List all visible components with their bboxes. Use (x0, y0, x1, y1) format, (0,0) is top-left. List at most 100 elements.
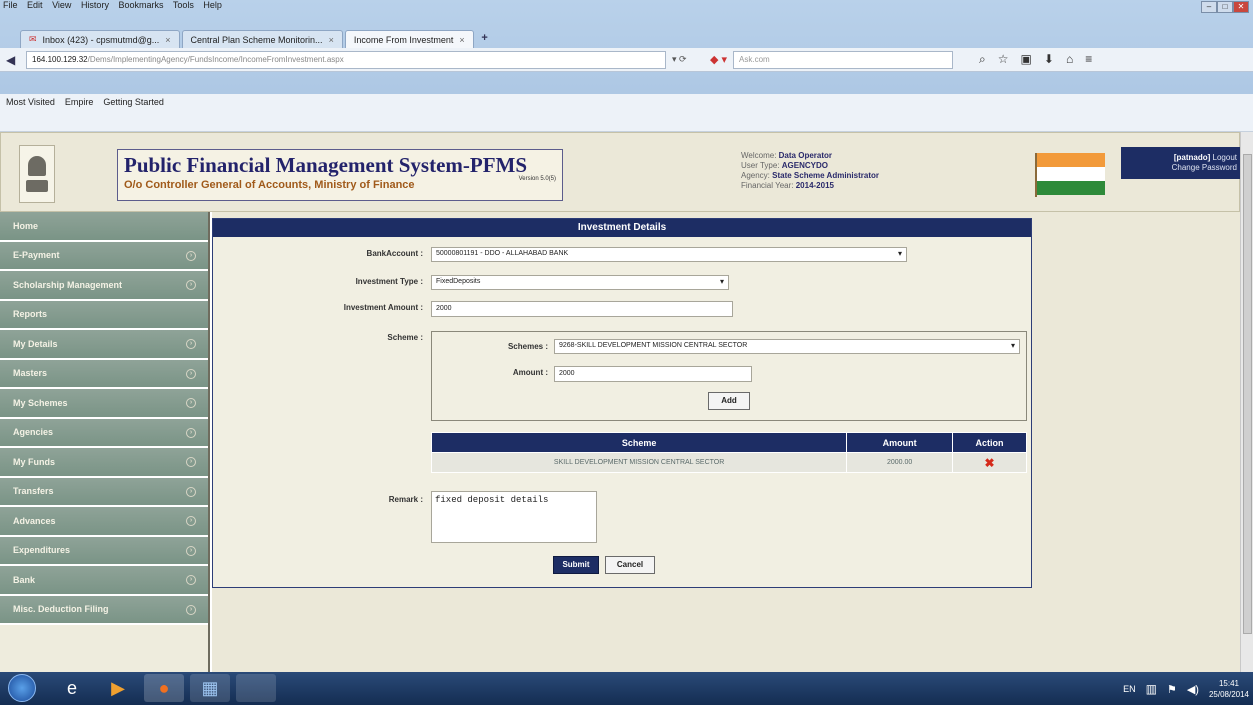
internet-explorer-icon[interactable]: e (52, 674, 92, 702)
word-icon[interactable]: ▦ (190, 674, 230, 702)
bookmark-getting-started[interactable]: Getting Started (103, 97, 164, 107)
taskbar-window-icon[interactable] (236, 674, 276, 702)
investment-type-select[interactable]: FixedDeposits ▾ (431, 275, 729, 290)
investment-amount-input[interactable]: 2000 (431, 301, 733, 317)
minimize-button[interactable]: – (1201, 1, 1217, 13)
change-password-link[interactable]: Change Password (1125, 163, 1237, 173)
bookmark-star-icon[interactable]: ☆ (998, 52, 1009, 67)
sidebar-item-label: My Funds (13, 456, 55, 467)
close-tab-icon[interactable]: × (329, 35, 334, 45)
volume-icon[interactable]: ◀) (1187, 683, 1199, 696)
reload-icon[interactable]: ▾ ⟳ (672, 54, 704, 65)
browser-tab-inbox[interactable]: ✉ Inbox (423) - cpsmutmd@g... × (20, 30, 180, 48)
maximize-button[interactable]: □ (1217, 1, 1233, 13)
clock-time: 15:41 (1218, 679, 1239, 688)
sidebar-item-my-details[interactable]: My Details › (0, 330, 208, 360)
media-player-icon[interactable]: ▶ (98, 674, 138, 702)
sidebar-item-label: Bank (13, 574, 36, 585)
scheme-entry-box: Schemes : 9268-SKILL DEVELOPMENT MISSION… (431, 331, 1027, 421)
chevron-right-icon: › (186, 545, 196, 556)
page-scrollbar[interactable] (1240, 132, 1253, 672)
menu-edit[interactable]: Edit (27, 0, 43, 10)
search-input[interactable]: Ask.com (733, 50, 954, 69)
logout-link[interactable]: Logout (1213, 153, 1237, 162)
scheme-amount-input[interactable]: 2000 (554, 366, 752, 382)
sidebar-item-my-schemes[interactable]: My Schemes › (0, 389, 208, 419)
menu-history[interactable]: History (81, 0, 109, 10)
search-placeholder: Ask.com (739, 54, 770, 64)
bank-account-select[interactable]: 50000801191 - DDO - ALLAHABAD BANK ▾ (431, 247, 907, 262)
browser-tab-cpsms[interactable]: Central Plan Scheme Monitorin... × (181, 30, 343, 48)
chevron-right-icon: › (186, 575, 196, 585)
sidebar-item-label: Transfers (13, 486, 54, 497)
agency-value: State Scheme Administrator (772, 171, 879, 180)
tab-label: Income From Investment (353, 34, 454, 45)
user-info: Welcome: Data Operator User Type: AGENCY… (741, 151, 879, 191)
sidebar-item-agencies[interactable]: Agencies › (0, 418, 208, 448)
home-icon[interactable]: ⌂ (1066, 52, 1073, 67)
start-button[interactable] (8, 674, 36, 702)
menu-bookmarks[interactable]: Bookmarks (118, 0, 163, 10)
system-title: Public Financial Management System-PFMS (124, 153, 528, 177)
page-header: Public Financial Management System-PFMS … (0, 132, 1241, 212)
bookmark-empire[interactable]: Empire (65, 97, 94, 107)
fy-value: 2014-2015 (795, 181, 834, 190)
flag-icon[interactable]: ⚑ (1167, 683, 1177, 696)
scrollbar-thumb[interactable] (1243, 154, 1252, 634)
sidebar-item-expenditures[interactable]: Expenditures › (0, 536, 208, 566)
submit-button[interactable]: Submit (553, 556, 599, 574)
clock-date: 25/08/2014 (1208, 690, 1249, 699)
firefox-icon[interactable]: ● (144, 674, 184, 702)
chevron-right-icon: › (186, 250, 196, 261)
menu-help[interactable]: Help (203, 0, 222, 10)
url-path: /Dems/ImplementingAgency/FundsIncome/Inc… (87, 54, 344, 64)
clock[interactable]: 15:41 25/08/2014 (1209, 678, 1249, 700)
menu-icon[interactable]: ≡ (1085, 52, 1092, 67)
search-icon[interactable]: ⌕ (979, 52, 986, 67)
usertype-label: User Type: (741, 161, 780, 170)
welcome-label: Welcome: (741, 151, 777, 160)
sidebar-item-transfers[interactable]: Transfers › (0, 477, 208, 507)
cancel-button[interactable]: Cancel (605, 556, 655, 574)
sidebar-item-e-payment[interactable]: E-Payment › (0, 241, 208, 271)
new-tab-button[interactable]: + (476, 32, 494, 48)
network-icon[interactable]: ▥ (1146, 682, 1157, 696)
sidebar-item-misc-deduction[interactable]: Misc. Deduction Filing › (0, 595, 208, 625)
mail-icon: ✉ (29, 34, 37, 44)
sidebar-menu: Home E-Payment › Scholarship Management › … (0, 212, 210, 672)
addon-icon[interactable]: ◆ ▾ (710, 53, 727, 66)
schemes-select[interactable]: 9268-SKILL DEVELOPMENT MISSION CENTRAL S… (554, 339, 1020, 354)
add-button[interactable]: Add (708, 392, 750, 410)
back-arrow-icon[interactable]: ◀ (6, 53, 20, 67)
bookmark-most-visited[interactable]: Most Visited (6, 97, 55, 107)
sidebar-item-my-funds[interactable]: My Funds › (0, 448, 208, 478)
menu-view[interactable]: View (52, 0, 71, 10)
chevron-right-icon: › (186, 486, 196, 497)
url-bar[interactable]: 164.100.129.32/Dems/ImplementingAgency/F… (26, 50, 666, 69)
sidebar-item-label: Reports (13, 309, 48, 320)
sidebar-item-label: My Schemes (13, 397, 68, 408)
investment-amount-label: Investment Amount : (343, 303, 423, 312)
table-header-row: Scheme Amount Action (430, 432, 1027, 453)
browser-chrome: File Edit View History Bookmarks Tools H… (0, 0, 1253, 132)
sidebar-item-scholarship[interactable]: Scholarship Management › (0, 271, 208, 301)
close-tab-icon[interactable]: × (459, 35, 464, 45)
download-icon[interactable]: ⬇ (1044, 52, 1054, 67)
close-window-button[interactable]: ✕ (1233, 1, 1249, 13)
sidebar-item-advances[interactable]: Advances › (0, 507, 208, 537)
language-indicator[interactable]: EN (1123, 684, 1136, 694)
sidebar-item-masters[interactable]: Masters › (0, 359, 208, 389)
username: [patnado] (1173, 153, 1211, 162)
usertype-value: AGENCYDO (781, 161, 829, 170)
menu-file[interactable]: File (3, 0, 18, 10)
remark-textarea[interactable]: fixed deposit details (431, 491, 597, 543)
sidebar-item-home[interactable]: Home (0, 212, 208, 242)
sidebar-item-reports[interactable]: Reports (0, 300, 208, 330)
browser-tab-income[interactable]: Income From Investment × (344, 30, 474, 48)
close-tab-icon[interactable]: × (165, 35, 170, 45)
delete-icon[interactable]: ✖ (985, 456, 995, 470)
menu-tools[interactable]: Tools (173, 0, 194, 10)
sidebar-item-bank[interactable]: Bank › (0, 566, 208, 596)
clipboard-icon[interactable]: ▣ (1021, 52, 1032, 67)
schemes-label: Schemes : (507, 342, 548, 351)
